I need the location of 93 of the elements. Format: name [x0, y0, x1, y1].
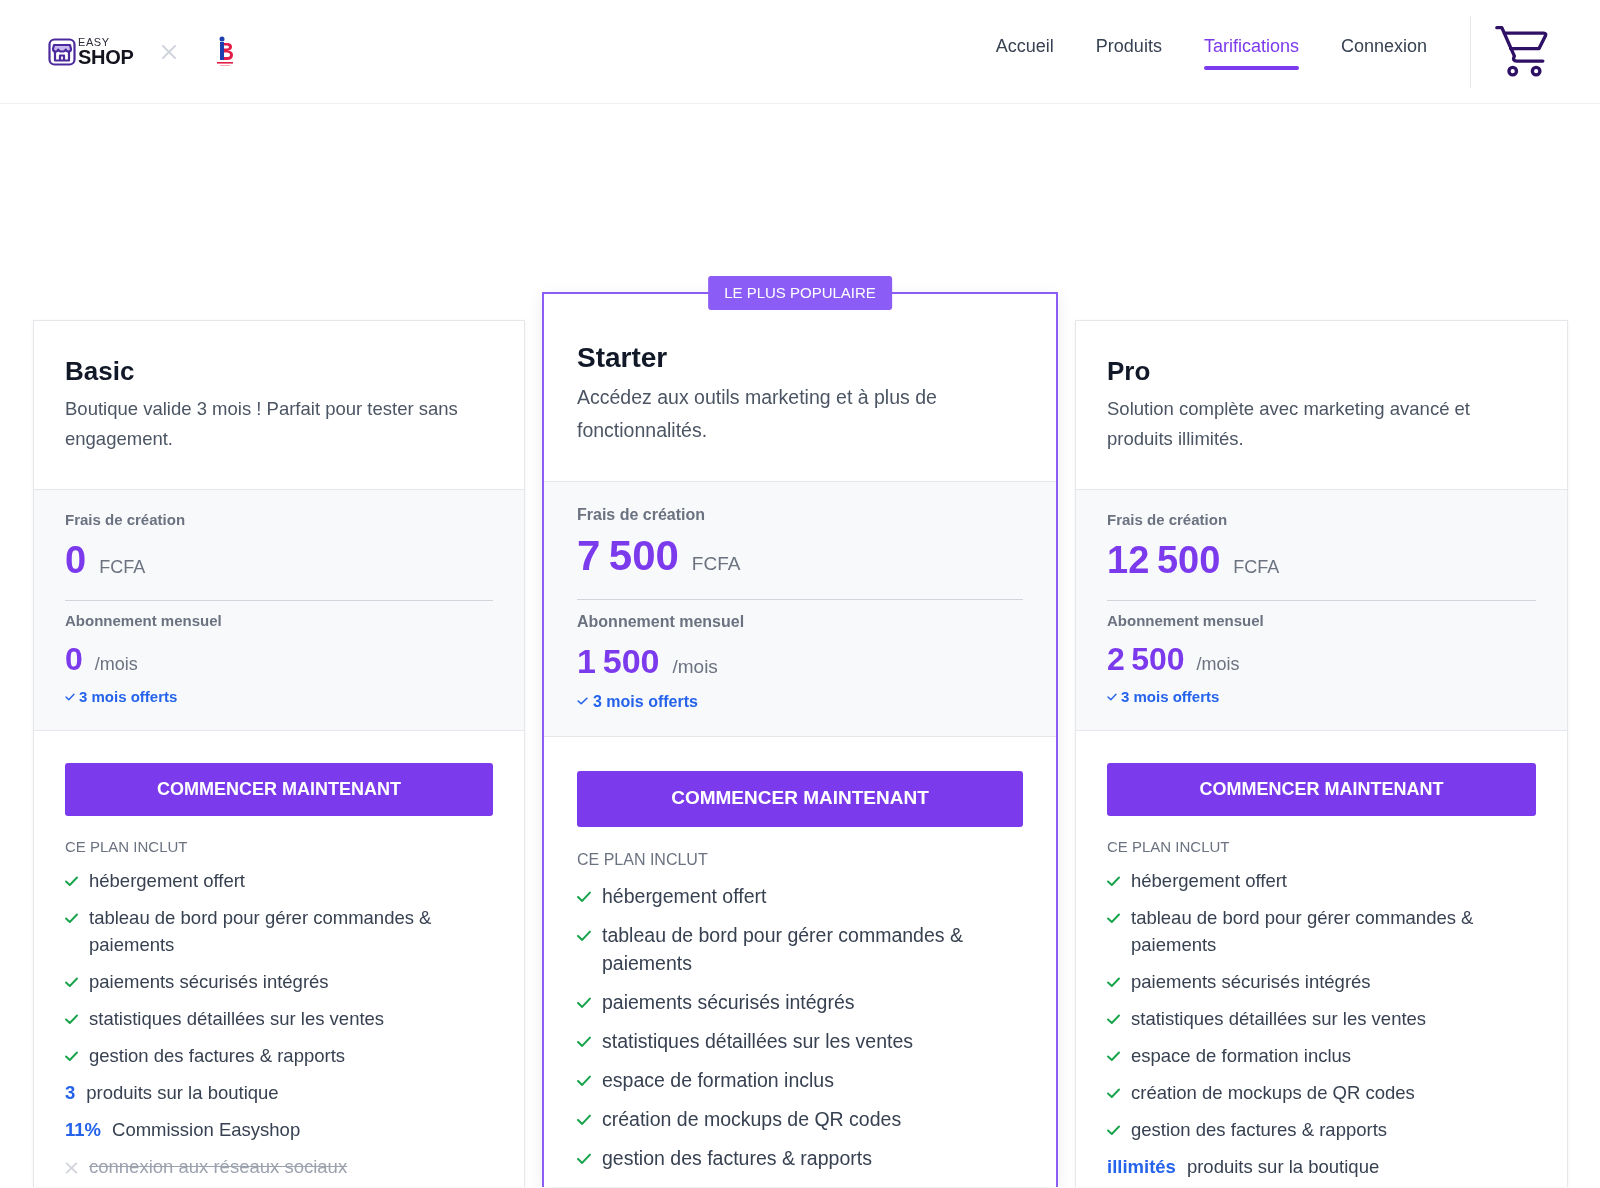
logo-text: EASY	[78, 37, 111, 48]
plan-description: Solution complète avec marketing avancé et produits illimités.	[1107, 397, 1471, 451]
check-icon	[1107, 1088, 1120, 1098]
check-icon	[1107, 876, 1120, 886]
check-icon	[65, 693, 75, 701]
price-label: Abonnement mensuel	[1107, 611, 1265, 631]
feature-text: tableau de bord pour gérer commandes & paiements	[602, 922, 964, 976]
storefront-icon	[48, 37, 76, 66]
price-amount: 12 500	[1107, 538, 1221, 582]
offer-text: 3 mois offerts	[593, 691, 698, 712]
partner-logo-icon	[215, 36, 236, 67]
feature-text: hébergement offert	[1131, 869, 1287, 893]
check-icon	[577, 1113, 591, 1125]
price-label: Frais de création	[577, 505, 707, 525]
start-button[interactable]: COMMENCER MAINTENANT	[65, 763, 493, 816]
price-label: Abonnement mensuel	[577, 612, 746, 632]
price-amount: 1 500	[577, 641, 660, 681]
includes-heading: CE PLAN INCLUT	[577, 849, 709, 870]
plan-description: Accédez aux outils marketing et à plus de fonctionnalités.	[577, 385, 938, 443]
currency-label: FCFA	[1233, 556, 1280, 579]
feature-text: produits sur la boutique	[1186, 1155, 1380, 1179]
feature-text: produits sur la boutique	[86, 1081, 279, 1105]
feature-text: paiements sécurisés intégrés	[1131, 970, 1371, 994]
price-label: Frais de création	[65, 510, 187, 530]
feature-text: hébergement offert	[89, 869, 245, 893]
price-amount: 0	[65, 538, 87, 582]
check-icon	[577, 929, 591, 941]
check-icon	[577, 996, 591, 1008]
cross-icon	[162, 44, 177, 59]
includes-heading: CE PLAN INCLUT	[1107, 837, 1231, 857]
price-unit: /mois	[94, 653, 138, 676]
feature-text: Commission Easyshop	[112, 1118, 301, 1142]
feature-value: 3	[65, 1081, 76, 1105]
check-icon	[1107, 1051, 1120, 1061]
check-icon	[65, 1014, 78, 1024]
feature-text: gestion des factures & rapports	[1131, 1118, 1388, 1142]
price-unit: /mois	[672, 655, 718, 679]
feature-text: gestion des factures & rapports	[602, 1145, 872, 1171]
nav-link[interactable]: Connexion	[1340, 33, 1427, 70]
feature-text: paiements sécurisés intégrés	[89, 970, 329, 994]
feature-text: gestion des factures & rapports	[89, 1044, 346, 1068]
price-label: Abonnement mensuel	[65, 611, 223, 631]
price-label: Frais de création	[1107, 510, 1229, 530]
plan-title: Starter	[577, 341, 669, 375]
x-icon	[65, 1162, 78, 1174]
check-icon	[577, 1035, 591, 1047]
check-icon	[1107, 1125, 1120, 1135]
feature-text: espace de formation inclus	[602, 1067, 834, 1093]
check-icon	[1107, 1014, 1120, 1024]
feature-text: tableau de bord pour gérer commandes & paiements	[1131, 906, 1475, 957]
logo-text: SHOP	[78, 48, 134, 66]
check-icon	[65, 977, 78, 987]
plan-title: Basic	[65, 355, 136, 387]
check-icon	[1107, 913, 1120, 923]
feature-text: hébergement offert	[602, 883, 767, 909]
nav-link[interactable]: Tarifications	[1203, 33, 1299, 70]
check-icon	[577, 1074, 591, 1086]
start-button[interactable]: COMMENCER MAINTENANT	[1107, 763, 1536, 816]
start-button[interactable]: COMMENCER MAINTENANT	[577, 770, 1023, 827]
check-icon	[65, 1051, 78, 1061]
check-icon	[1107, 693, 1117, 701]
includes-heading: CE PLAN INCLUT	[65, 837, 189, 857]
offer-text: 3 mois offerts	[79, 687, 178, 707]
check-icon	[65, 876, 78, 886]
check-icon	[65, 913, 78, 923]
plan-description: Boutique valide 3 mois ! Parfait pour tester sans engagement.	[65, 397, 459, 451]
nav-link[interactable]: Accueil	[995, 33, 1054, 70]
feature-text: création de mockups de QR codes	[1131, 1081, 1415, 1105]
price-unit: /mois	[1196, 653, 1240, 676]
feature-text: connexion aux réseaux sociaux	[89, 1155, 348, 1179]
cart-icon[interactable]	[1495, 26, 1548, 77]
currency-label: FCFA	[691, 552, 741, 576]
feature-value: 11%	[65, 1118, 101, 1142]
feature-text: espace de formation inclus	[1131, 1044, 1352, 1068]
check-icon	[1107, 977, 1120, 987]
feature-text: statistiques détaillées sur les ventes	[89, 1007, 385, 1031]
check-icon	[577, 890, 591, 902]
price-amount: 7 500	[577, 532, 679, 580]
feature-value: illimités	[1107, 1155, 1176, 1179]
feature-text: tableau de bord pour gérer commandes & paiements	[89, 906, 433, 957]
offer-text: 3 mois offerts	[1121, 687, 1220, 707]
price-amount: 0	[65, 640, 83, 678]
plan-title: Pro	[1107, 355, 1152, 387]
price-amount: 2 500	[1107, 640, 1185, 678]
check-icon	[577, 1152, 591, 1164]
feature-text: création de mockups de QR codes	[602, 1106, 902, 1132]
check-icon	[577, 697, 588, 705]
feature-text: statistiques détaillées sur les ventes	[1131, 1007, 1427, 1031]
popular-badge: LE PLUS POPULAIRE	[708, 276, 892, 310]
nav-link[interactable]: Produits	[1095, 33, 1162, 70]
currency-label: FCFA	[99, 556, 146, 579]
feature-text: paiements sécurisés intégrés	[602, 989, 855, 1015]
feature-text: statistiques détaillées sur les ventes	[602, 1028, 914, 1054]
